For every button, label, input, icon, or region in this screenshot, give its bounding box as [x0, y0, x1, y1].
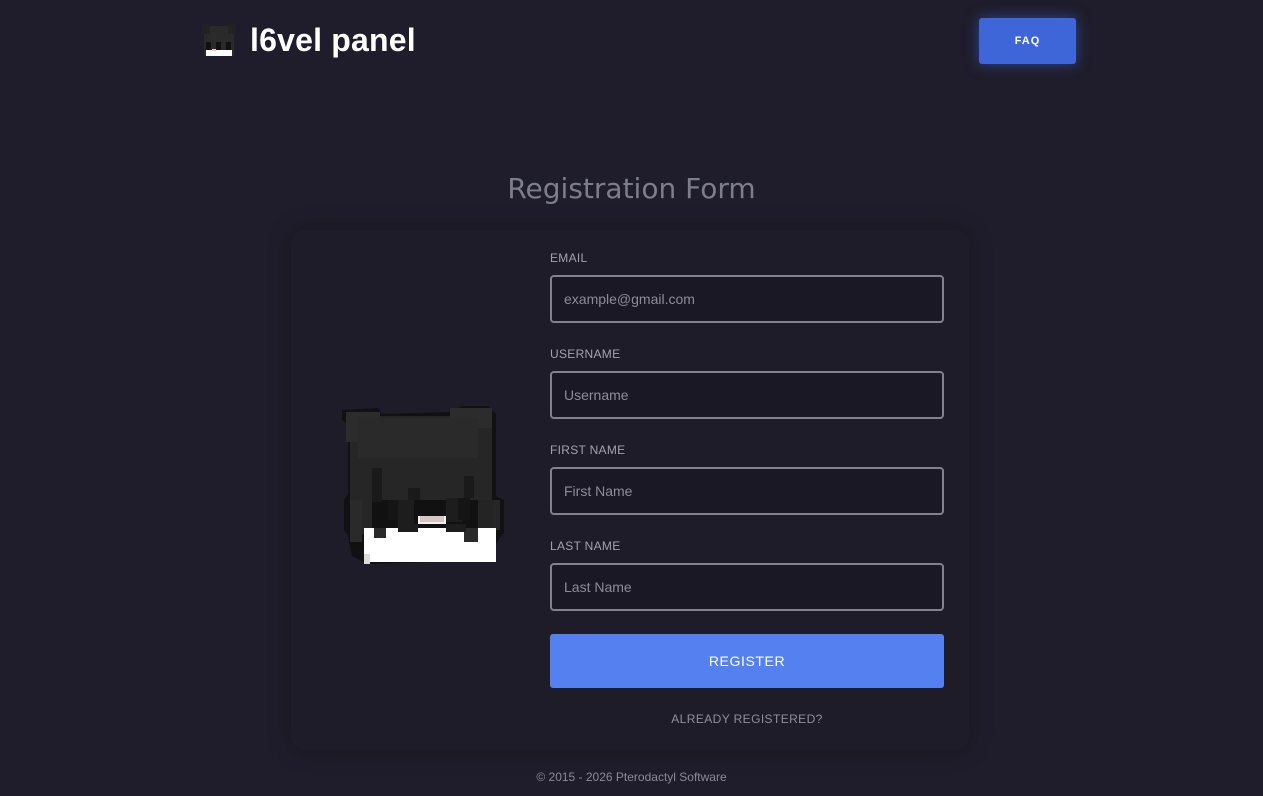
username-label: USERNAME [550, 347, 621, 361]
last-name-input[interactable] [550, 563, 944, 611]
pixel-avatar-icon [342, 406, 504, 564]
first-name-field-group: FIRST NAME [550, 443, 944, 515]
username-field-group: USERNAME [550, 347, 944, 419]
last-name-label: LAST NAME [550, 539, 621, 553]
last-name-field-group: LAST NAME [550, 539, 944, 611]
email-field-group: EMAIL [550, 251, 944, 323]
email-input[interactable] [550, 275, 944, 323]
first-name-input[interactable] [550, 467, 944, 515]
pixel-avatar-icon [202, 24, 236, 56]
footer-copyright: © 2015 - 2026 Pterodactyl Software [536, 770, 727, 784]
email-label: EMAIL [550, 251, 588, 265]
brand-name: l6vel panel [250, 22, 416, 58]
top-header: l6vel panel FAQ [0, 0, 1263, 84]
brand-link[interactable]: l6vel panel [202, 22, 416, 58]
page-title: Registration Form [507, 172, 756, 205]
first-name-label: FIRST NAME [550, 443, 626, 457]
register-button[interactable]: REGISTER [550, 634, 944, 688]
faq-button[interactable]: FAQ [979, 18, 1076, 64]
username-input[interactable] [550, 371, 944, 419]
already-registered-link[interactable]: ALREADY REGISTERED? [550, 712, 944, 726]
